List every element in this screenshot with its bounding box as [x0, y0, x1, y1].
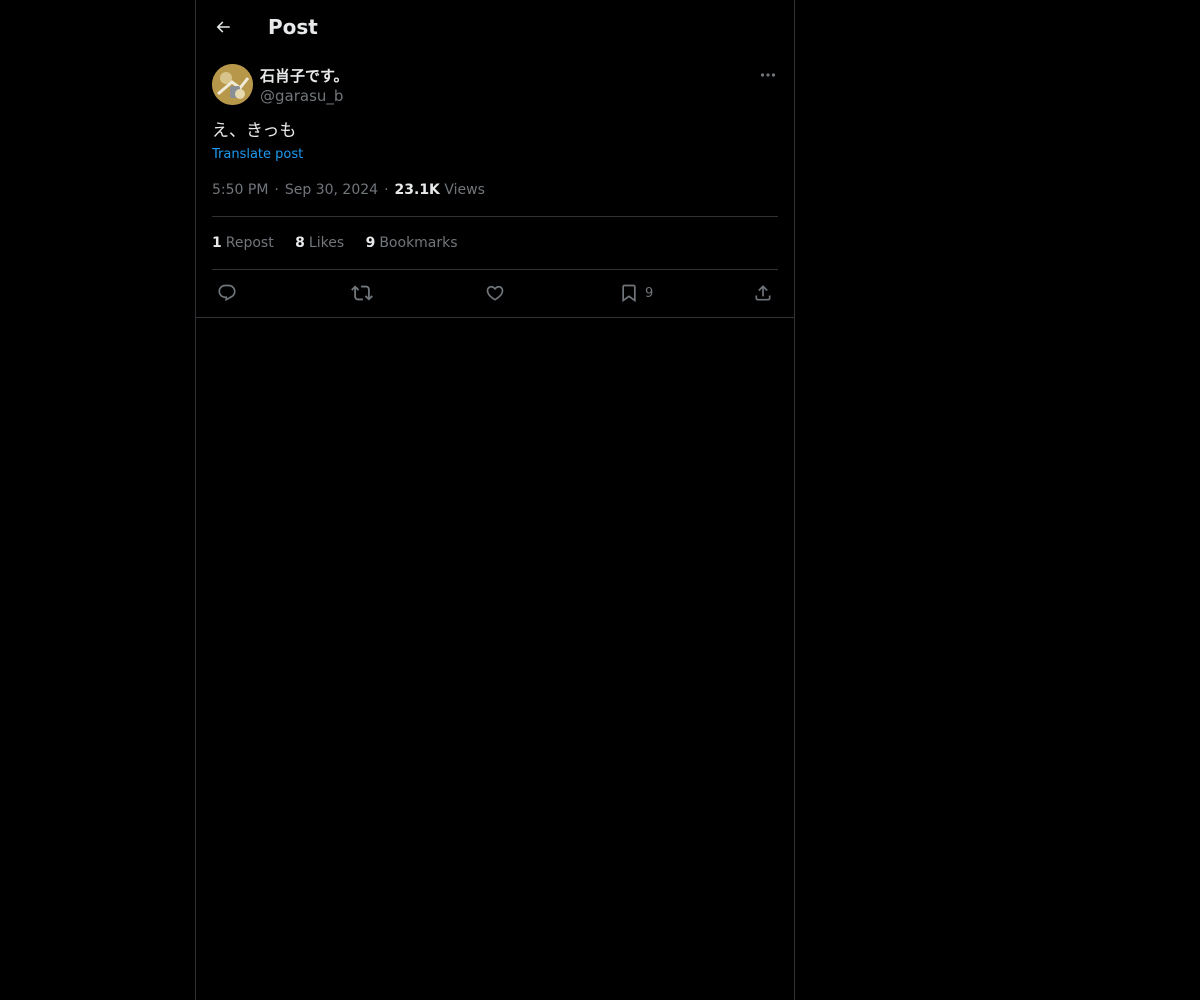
- likes-count: 8: [295, 235, 305, 251]
- post-meta: 5:50 PM · Sep 30, 2024 · 23.1K Views: [212, 180, 485, 200]
- more-button[interactable]: [758, 66, 778, 84]
- bookmarks-stat[interactable]: 9 Bookmarks: [366, 233, 458, 253]
- bookmark-button[interactable]: 9: [619, 281, 653, 305]
- heart-icon: [485, 283, 505, 303]
- user-handle[interactable]: @garasu_b: [260, 86, 343, 106]
- action-bar: 9: [196, 270, 794, 318]
- main-column: Post 石肖子です。 @garasu_b え、きっも Translate po…: [195, 0, 795, 1000]
- avatar[interactable]: [212, 64, 253, 105]
- translate-post-link[interactable]: Translate post: [212, 146, 303, 164]
- bookmarks-label: Bookmarks: [379, 235, 458, 251]
- meta-separator: ·: [274, 182, 279, 198]
- reposts-label: Repost: [225, 235, 274, 251]
- divider: [212, 216, 778, 217]
- like-button[interactable]: [485, 281, 505, 305]
- reposts-stat[interactable]: 1 Repost: [212, 233, 274, 253]
- back-button[interactable]: [208, 10, 238, 44]
- post-stats: 1 Repost 8 Likes 9 Bookmarks: [212, 233, 475, 253]
- bookmark-icon: [619, 283, 639, 303]
- bookmarks-count: 9: [365, 235, 376, 251]
- arrow-left-icon: [214, 18, 232, 36]
- likes-stat[interactable]: 8 Likes: [295, 233, 344, 253]
- repost-icon: [351, 282, 373, 304]
- post-date[interactable]: Sep 30, 2024: [285, 182, 378, 198]
- more-horizontal-icon: [760, 72, 776, 78]
- post-header: Post: [196, 0, 794, 53]
- reposts-count: 1: [212, 235, 222, 251]
- reply-button[interactable]: [217, 281, 237, 305]
- reply-icon: [217, 283, 237, 303]
- likes-label: Likes: [308, 235, 345, 251]
- page-title: Post: [268, 15, 318, 39]
- views-count: 23.1K: [394, 182, 440, 198]
- share-button[interactable]: [753, 281, 773, 305]
- meta-separator: ·: [384, 182, 389, 198]
- post-text: え、きっも: [212, 121, 297, 141]
- display-name[interactable]: 石肖子です。: [260, 66, 349, 86]
- repost-button[interactable]: [351, 281, 373, 305]
- bookmark-count: 9: [645, 285, 654, 301]
- share-icon: [753, 283, 773, 303]
- post-time[interactable]: 5:50 PM: [212, 182, 268, 198]
- views-label: Views: [444, 182, 485, 198]
